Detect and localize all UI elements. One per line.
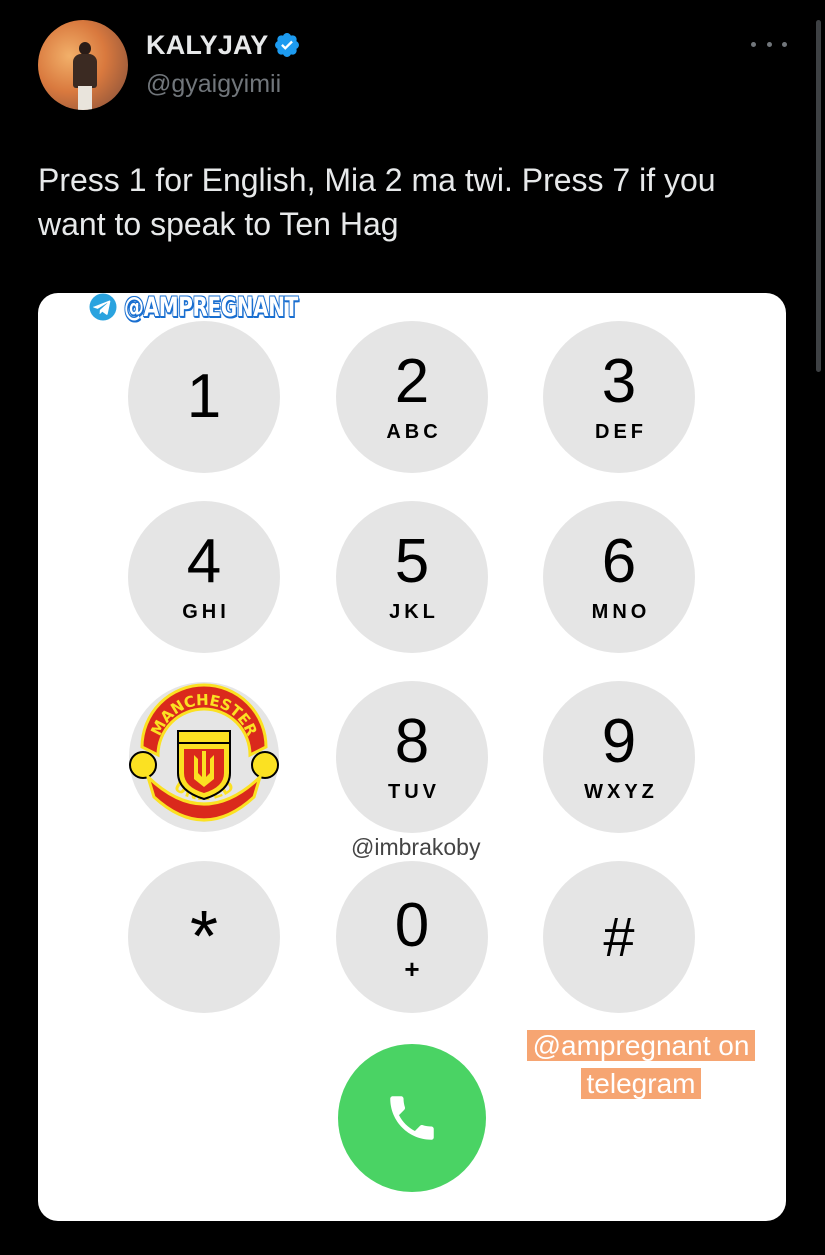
key-hash[interactable]: #: [543, 861, 695, 1013]
key-letters: ABC: [386, 420, 442, 443]
key-letters: GHI: [182, 600, 230, 623]
key-digit: 0: [394, 891, 430, 960]
avatar-figure-body: [73, 54, 97, 88]
key-digit: 3: [601, 346, 637, 416]
key-letters: +: [404, 954, 420, 984]
tweet-media[interactable]: @AMPREGNANT 1 2 ABC 3 DEF 4 GHI 5 JKL 6 …: [38, 293, 786, 1221]
scrollbar[interactable]: [816, 20, 821, 372]
key-digit: 5: [394, 526, 430, 596]
call-button[interactable]: [338, 1044, 486, 1192]
key-letters: JKL: [389, 600, 439, 623]
telegram-badge: @AMPREGNANT: [86, 293, 359, 325]
key-digit: 8: [394, 706, 430, 776]
more-options-icon[interactable]: [751, 30, 787, 58]
key-8[interactable]: 8 TUV: [336, 681, 488, 833]
key-letters: TUV: [388, 780, 440, 803]
manchester-united-crest-icon[interactable]: MANCHESTER UNITED: [128, 681, 280, 833]
key-letters: MNO: [591, 600, 651, 623]
display-name[interactable]: KALYJAY: [146, 30, 268, 61]
key-6[interactable]: 6 MNO: [543, 501, 695, 653]
key-letters: DEF: [595, 420, 647, 443]
telegram-icon: [87, 293, 119, 323]
key-digit: 2: [394, 346, 430, 416]
watermark: @imbrakoby: [351, 834, 481, 860]
key-2[interactable]: 2 ABC: [336, 321, 488, 473]
key-1[interactable]: 1: [128, 321, 280, 473]
key-digit: *: [189, 897, 219, 977]
key-star[interactable]: *: [128, 861, 280, 1013]
telegram-note-text: @ampregnant on telegram: [526, 1030, 756, 1099]
telegram-handle: @AMPREGNANT: [124, 293, 298, 323]
key-digit: 6: [601, 526, 637, 596]
avatar[interactable]: [38, 20, 128, 110]
phone-icon: [390, 1096, 434, 1140]
key-0[interactable]: 0 +: [336, 861, 488, 1013]
key-4[interactable]: 4 GHI: [128, 501, 280, 653]
user-handle[interactable]: @gyaigyimii: [146, 70, 281, 99]
verified-badge-icon: [275, 33, 299, 57]
telegram-note: @ampregnant on telegram: [507, 1027, 775, 1103]
key-digit: #: [603, 905, 635, 968]
key-digit: 9: [601, 706, 637, 776]
key-digit: 1: [186, 362, 222, 431]
key-3[interactable]: 3 DEF: [543, 321, 695, 473]
tweet-text: Press 1 for English, Mia 2 ma twi. Press…: [38, 162, 716, 242]
key-digit: 4: [186, 526, 222, 596]
key-5[interactable]: 5 JKL: [336, 501, 488, 653]
key-letters: WXYZ: [584, 780, 658, 803]
key-9[interactable]: 9 WXYZ: [543, 681, 695, 833]
avatar-figure-legs: [78, 86, 92, 110]
